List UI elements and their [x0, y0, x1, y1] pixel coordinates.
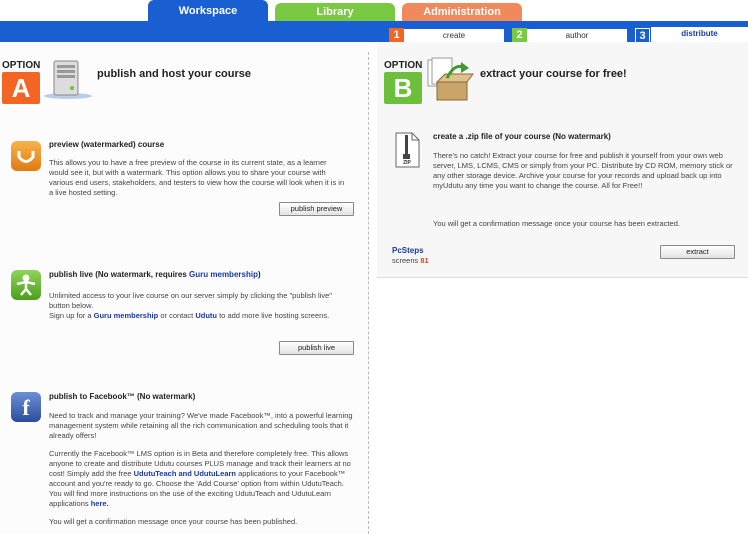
subtab-create[interactable]: create [404, 29, 504, 43]
server-icon [44, 58, 94, 100]
course-name: PcSteps [392, 246, 424, 255]
publish-live-text: Unlimited access to your live course on … [49, 291, 349, 321]
zip-text-1: There's no catch! Extract your course fo… [433, 151, 733, 190]
facebook-text-3: You will get a confirmation message once… [49, 517, 298, 526]
option-a-badge: OPTION A [2, 60, 40, 104]
zip-file-icon: ZIP [394, 132, 420, 168]
publish-live-text-1: Unlimited access to your live course on … [49, 291, 332, 310]
guru-membership-title-link[interactable]: Guru membership [189, 270, 258, 279]
publish-live-title: publish live (No watermark, requires Gur… [49, 270, 261, 279]
udututeach-udutulearn-link[interactable]: UdutuTeach and UdutuLearn [134, 469, 236, 478]
screens-label: screens [392, 256, 419, 265]
preview-title: preview (watermarked) course [49, 140, 165, 149]
screens-info: screens 81 [392, 256, 429, 265]
publish-preview-button[interactable]: publish preview [279, 202, 354, 216]
subtab-author[interactable]: author [527, 29, 627, 43]
option-b-word: OPTION [384, 60, 423, 71]
preview-text: This allows you to have a free preview o… [49, 158, 345, 197]
zip-text-2: You will get a confirmation message once… [433, 219, 680, 228]
zip-title: create a .zip file of your course (No wa… [433, 132, 611, 141]
publish-live-text-2c: to add more live hosting screens. [217, 311, 330, 320]
extract-button[interactable]: extract [660, 245, 735, 259]
tab-workspace[interactable]: Workspace [148, 0, 268, 22]
facebook-text: Need to track and manage your training? … [49, 411, 354, 527]
facebook-text-2: Currently the Facebook™ LMS option is in… [49, 449, 354, 509]
preview-icon [11, 141, 41, 171]
subtab-distribute[interactable]: distribute [651, 27, 748, 43]
facebook-icon: f [11, 392, 41, 422]
facebook-title: publish to Facebook™ (No watermark) [49, 392, 196, 401]
udutu-link[interactable]: Udutu [195, 311, 217, 320]
option-a-word: OPTION [2, 60, 41, 71]
screens-count: 81 [420, 256, 429, 265]
option-b-heading: extract your course for free! [480, 68, 627, 80]
tab-library[interactable]: Library [275, 3, 395, 22]
option-a-heading: publish and host your course [97, 68, 252, 80]
publish-live-text-2: Sign up for a Guru membership or contact… [49, 311, 349, 321]
step-number-create: 1 [389, 28, 404, 43]
facebook-text-1: Need to track and manage your training? … [49, 411, 353, 440]
option-b-badge: OPTION B [384, 60, 422, 104]
tab-administration[interactable]: Administration [402, 3, 522, 22]
publish-live-text-2b: or contact [158, 311, 196, 320]
step-number-author: 2 [512, 28, 527, 43]
publish-live-text-2a: Sign up for a [49, 311, 94, 320]
extract-box-icon [425, 56, 475, 102]
option-a-letter: A [2, 72, 40, 104]
step-number-distribute: 3 [635, 28, 650, 43]
publish-live-title-text: publish live (No watermark, requires [49, 270, 190, 279]
guru-membership-link[interactable]: Guru membership [94, 311, 159, 320]
instructions-here-link[interactable]: here. [91, 499, 109, 508]
panel-divider [368, 52, 369, 534]
publish-live-title-end: ) [257, 270, 261, 279]
publish-live-icon [11, 270, 41, 300]
publish-live-button[interactable]: publish live [279, 341, 354, 355]
zip-icon-label: ZIP [403, 160, 411, 166]
option-b-letter: B [384, 72, 422, 104]
